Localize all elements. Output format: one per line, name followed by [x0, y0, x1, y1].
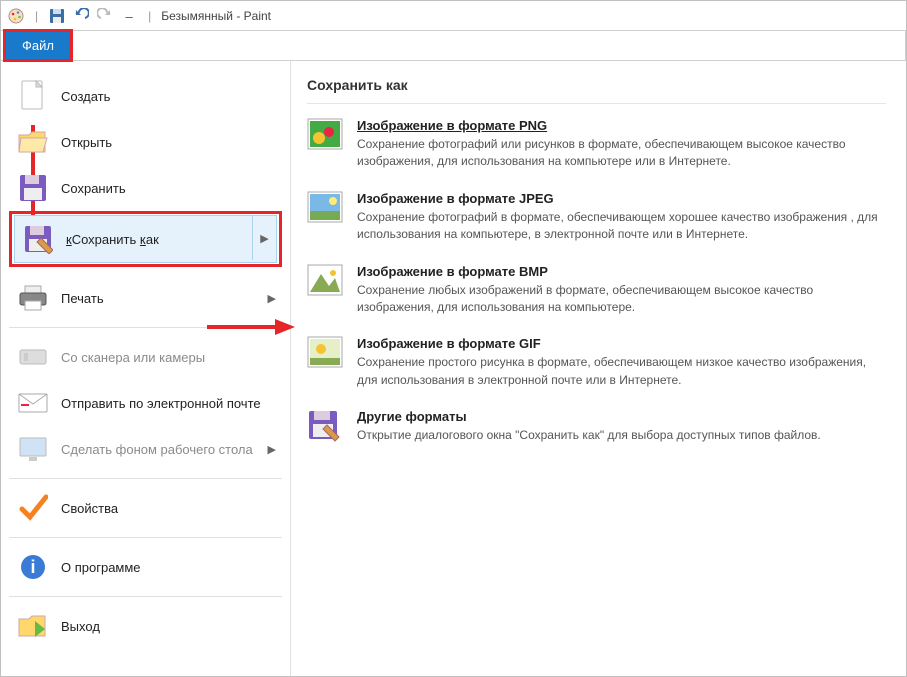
format-desc: Сохранение фотографий в формате, обеспеч… [357, 209, 886, 244]
file-menu-content: Создать Открыть Сохранить кСохранить как… [1, 61, 906, 676]
format-desc: Сохранение простого рисунка в формате, о… [357, 354, 886, 389]
file-tab[interactable]: Файл [3, 29, 73, 62]
qat-separator: | [35, 9, 38, 23]
saveas-icon [20, 221, 56, 257]
info-icon: i [15, 549, 51, 585]
gif-image-icon [307, 336, 343, 372]
menu-separator [9, 596, 282, 597]
menu-item-label: Свойства [61, 501, 118, 516]
menu-item-label: Отправить по электронной почте [61, 396, 261, 411]
format-title: Другие форматы [357, 409, 821, 424]
bmp-image-icon [307, 264, 343, 300]
file-menu-list: Создать Открыть Сохранить кСохранить как… [1, 61, 290, 676]
menu-item-label: Сохранить [61, 181, 126, 196]
format-desc: Сохранение любых изображений в формате, … [357, 282, 886, 317]
menu-separator [9, 537, 282, 538]
menu-item-properties[interactable]: Свойства [9, 485, 282, 531]
format-option-png[interactable]: Изображение в формате PNG Сохранение фот… [307, 118, 886, 171]
menu-item-label: Создать [61, 89, 110, 104]
jpeg-image-icon [307, 191, 343, 227]
annotation-saveas-highlight: кСохранить какСохранить как ▶ [9, 211, 282, 267]
chevron-right-icon: ▶ [268, 292, 276, 305]
format-title: Изображение в формате JPEG [357, 191, 886, 206]
qat-separator-2: | [148, 9, 151, 23]
format-desc: Сохранение фотографий или рисунков в фор… [357, 136, 886, 171]
envelope-icon [15, 385, 51, 421]
titlebar: | ⚊ | Безымянный - Paint [1, 1, 906, 31]
chevron-right-icon: ▶ [268, 443, 276, 456]
panel-header: Сохранить как [307, 77, 886, 104]
scanner-icon [15, 339, 51, 375]
new-file-icon [15, 78, 51, 114]
saveas-submenu-button[interactable]: ▶ [252, 216, 276, 260]
menu-item-label: Сделать фоном рабочего стола [61, 442, 253, 457]
chevron-right-icon: ▶ [260, 232, 268, 245]
ribbon-empty [73, 31, 906, 60]
format-title: Изображение в формате BMP [357, 264, 886, 279]
menu-item-label: Печать [61, 291, 104, 306]
other-formats-icon [307, 409, 343, 445]
menu-item-label: Открыть [61, 135, 112, 150]
redo-qat-button[interactable] [94, 5, 116, 27]
window-title: Безымянный - Paint [161, 9, 271, 23]
menu-item-wallpaper: Сделать фоном рабочего стола ▶ [9, 426, 282, 472]
undo-qat-button[interactable] [70, 5, 92, 27]
menu-item-label: О программе [61, 560, 141, 575]
file-tab-label: Файл [22, 38, 54, 53]
exit-folder-icon [15, 608, 51, 644]
ribbon-tabs: Файл [1, 31, 906, 61]
format-option-other[interactable]: Другие форматы Открытие диалогового окна… [307, 409, 886, 445]
format-option-bmp[interactable]: Изображение в формате BMP Сохранение люб… [307, 264, 886, 317]
menu-separator [9, 478, 282, 479]
paint-app-icon[interactable] [5, 5, 27, 27]
menu-item-saveas[interactable]: кСохранить какСохранить как ▶ [14, 215, 277, 263]
printer-icon [15, 280, 51, 316]
open-folder-icon [15, 124, 51, 160]
menu-item-scanner: Со сканера или камеры [9, 334, 282, 380]
format-desc: Открытие диалогового окна "Сохранить как… [357, 427, 821, 444]
save-qat-button[interactable] [46, 5, 68, 27]
format-title: Изображение в формате PNG [357, 118, 886, 133]
save-floppy-icon [15, 170, 51, 206]
format-option-jpeg[interactable]: Изображение в формате JPEG Сохранение фо… [307, 191, 886, 244]
menu-item-new[interactable]: Создать [9, 73, 282, 119]
monitor-icon [15, 431, 51, 467]
menu-item-exit[interactable]: Выход [9, 603, 282, 649]
saveas-submenu-panel: Сохранить как Изображение в формате PNG … [290, 61, 906, 676]
menu-item-label: Со сканера или камеры [61, 350, 205, 365]
menu-item-about[interactable]: i О программе [9, 544, 282, 590]
checkmark-icon [15, 490, 51, 526]
menu-item-email[interactable]: Отправить по электронной почте [9, 380, 282, 426]
qat-customize-button[interactable]: ⚊ [118, 5, 140, 27]
format-title: Изображение в формате GIF [357, 336, 886, 351]
menu-item-print[interactable]: Печать ▶ [9, 275, 282, 321]
png-image-icon [307, 118, 343, 154]
menu-item-open[interactable]: Открыть [9, 119, 282, 165]
quick-access-toolbar: | ⚊ | [5, 5, 157, 27]
menu-item-label: кСохранить какСохранить как [66, 232, 159, 247]
menu-item-save[interactable]: Сохранить [9, 165, 282, 211]
svg-text:i: i [30, 557, 35, 577]
format-option-gif[interactable]: Изображение в формате GIF Сохранение про… [307, 336, 886, 389]
menu-item-label: Выход [61, 619, 100, 634]
